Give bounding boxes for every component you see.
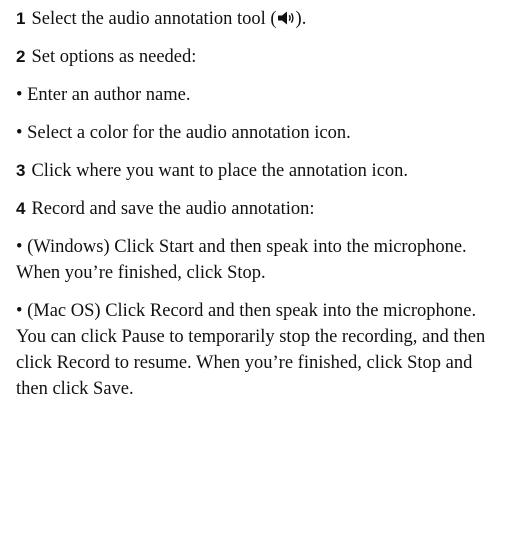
step-text-end: ).	[295, 9, 307, 29]
step-text: Click where you want to place the annota…	[31, 161, 409, 181]
bullet-mark: •	[16, 301, 23, 321]
bullet-text: (Mac OS) Click Record and then speak int…	[16, 301, 486, 399]
step-number: 2	[16, 47, 26, 66]
step-2: 2 Set options as needed:	[16, 44, 502, 70]
step-number: 3	[16, 161, 26, 180]
step-number: 1	[16, 9, 26, 28]
step-3: 3 Click where you want to place the annot…	[16, 158, 502, 184]
bullet-text: Enter an author name.	[27, 85, 191, 105]
step-4: 4 Record and save the audio annotation:	[16, 196, 502, 222]
step-text: Set options as needed:	[31, 47, 197, 67]
step-text: Record and save the audio annotation:	[31, 199, 315, 219]
bullet-mark: •	[16, 85, 23, 105]
bullet-mac-os: • (Mac OS) Click Record and then speak i…	[16, 298, 502, 402]
step-number: 4	[16, 199, 26, 218]
bullet-author-name: • Enter an author name.	[16, 82, 502, 108]
speaker-icon	[277, 10, 296, 26]
bullet-mark: •	[16, 237, 23, 257]
bullet-mark: •	[16, 123, 23, 143]
instructions-document: 1 Select the audio annotation tool ( ). 2…	[16, 6, 502, 414]
bullet-windows: • (Windows) Click Start and then speak i…	[16, 234, 502, 286]
bullet-icon-color: • Select a color for the audio annotatio…	[16, 120, 502, 146]
step-text: Select the audio annotation tool (	[31, 9, 277, 29]
bullet-text: Select a color for the audio annotation …	[27, 123, 351, 143]
bullet-text: (Windows) Click Start and then speak int…	[16, 237, 467, 283]
step-1: 1 Select the audio annotation tool ( ).	[16, 6, 502, 32]
